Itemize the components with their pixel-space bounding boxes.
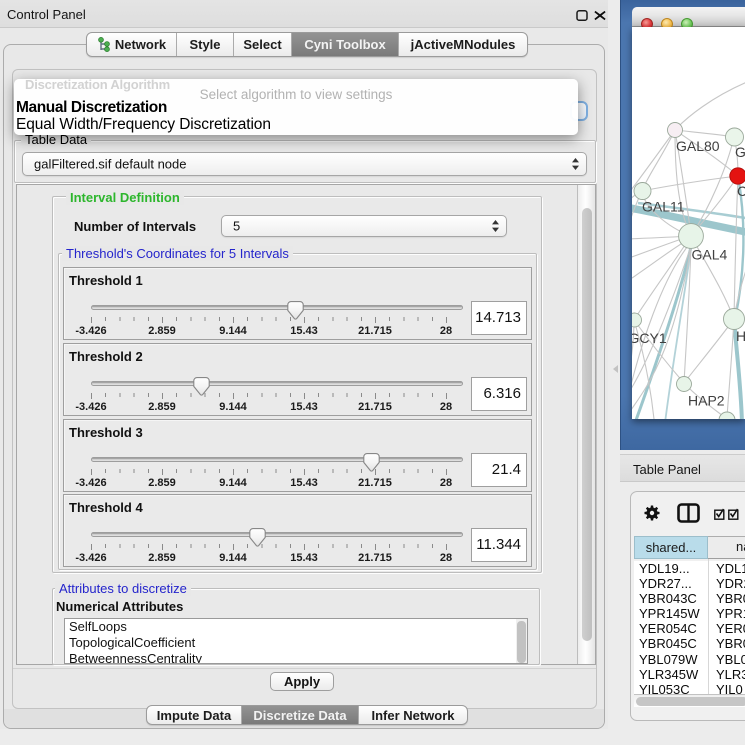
svg-text:GCY1: GCY1 (632, 330, 667, 346)
svg-text:H: H (736, 328, 745, 344)
svg-text:HAP2: HAP2 (688, 393, 725, 409)
svg-text:GAL11: GAL11 (642, 199, 685, 215)
svg-text:GAL80: GAL80 (676, 138, 720, 154)
svg-text:GA: GA (735, 144, 745, 160)
svg-text:C: C (737, 183, 745, 199)
svg-text:GAL4: GAL4 (692, 247, 728, 263)
